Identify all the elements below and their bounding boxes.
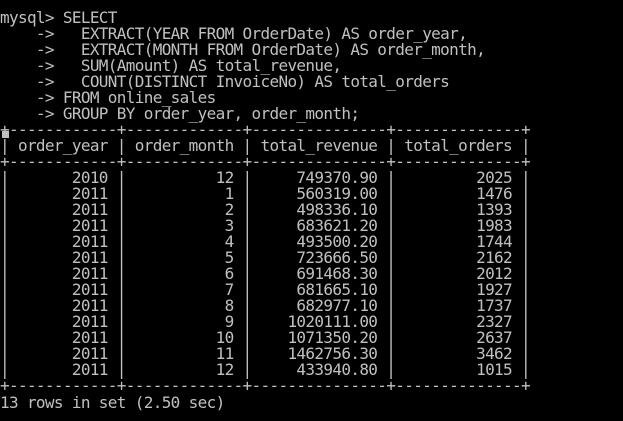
table-border-bottom: +------------+-------------+------------… bbox=[0, 376, 531, 395]
terminal-window[interactable]: mysql> SELECT -> EXTRACT(YEAR FROM Order… bbox=[0, 0, 623, 421]
result-summary: 13 rows in set (2.50 sec) bbox=[0, 393, 225, 412]
